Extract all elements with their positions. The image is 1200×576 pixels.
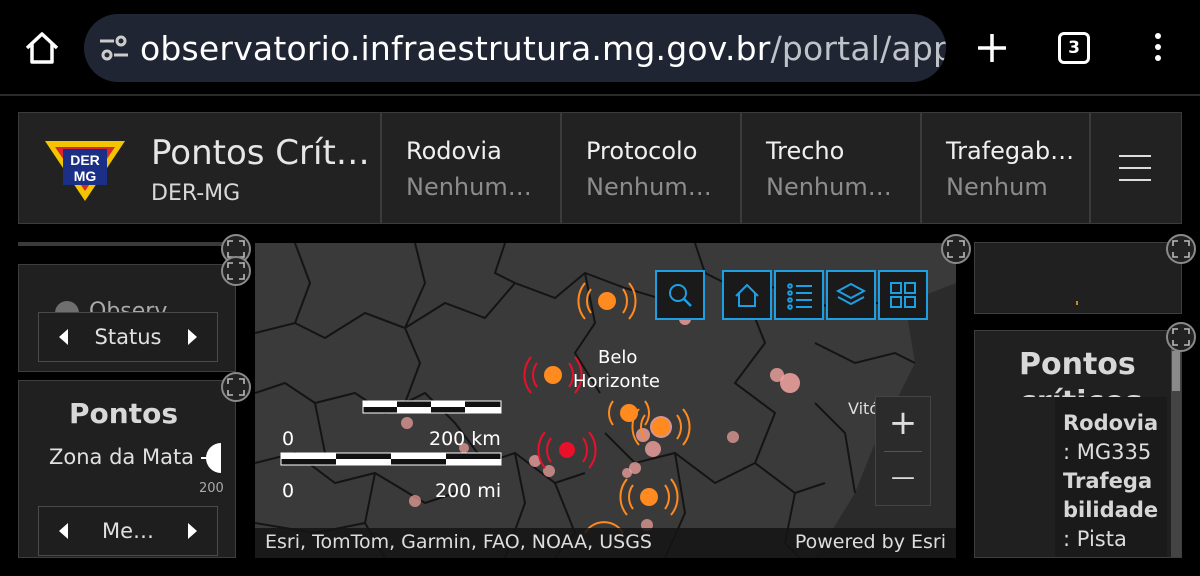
selector-label: Trecho: [766, 137, 845, 165]
map-attribution: Esri, TomTom, Garmin, FAO, NOAA, USGS Po…: [255, 528, 956, 558]
selector-label: Trafegab…: [946, 137, 1075, 165]
region-gauge-icon: [201, 441, 221, 475]
attribution-text[interactable]: Esri, TomTom, Garmin, FAO, NOAA, USGS: [265, 531, 652, 553]
map-legend-button[interactable]: [774, 270, 824, 320]
scale-mi-label: 200 mi: [435, 480, 502, 502]
region-item-label: Zona da Mata: [49, 445, 195, 469]
region-panel-title: Pontos: [69, 397, 178, 430]
logo-text-bottom: MG: [74, 168, 97, 184]
url-path: /portal/apps/d: [770, 29, 946, 68]
dashboard-subtitle: DER-MG: [151, 181, 241, 206]
url-domain: observatorio.infraestrutura.mg.gov.br: [140, 29, 771, 68]
address-bar[interactable]: observatorio.infraestrutura.mg.gov.br/po…: [84, 14, 946, 82]
dashboard-title: Pontos Crít…: [151, 133, 370, 173]
basemap-gallery-icon: [890, 282, 916, 308]
selector-value: Nenhum…: [406, 173, 532, 201]
detail-value: : MG335: [1063, 440, 1152, 464]
selector-trecho[interactable]: Trecho Nenhum…: [740, 113, 920, 223]
selector-label: Protocolo: [586, 137, 698, 165]
zoom-in-button[interactable]: +: [876, 403, 930, 443]
chart-dot: [1076, 301, 1078, 305]
map-layers-button[interactable]: [826, 270, 876, 320]
detail-key: Rodovia: [1063, 411, 1159, 435]
expand-icon[interactable]: [1166, 234, 1196, 264]
right-top-panel: [974, 242, 1182, 314]
detail-key: Trafega: [1063, 469, 1153, 493]
layers-icon: [835, 282, 867, 306]
url-text[interactable]: observatorio.infraestrutura.mg.gov.br/po…: [140, 29, 946, 68]
selector-protocolo[interactable]: Protocolo Nenhum…: [560, 113, 740, 223]
selector-rodovia[interactable]: Rodovia Nenhum…: [380, 113, 560, 223]
region-gauge-value: 200: [199, 481, 224, 496]
map-label-city: Horizonte: [573, 371, 660, 392]
zoom-control: + —: [875, 396, 931, 506]
new-tab-icon[interactable]: [972, 28, 1012, 68]
expand-icon[interactable]: [221, 256, 251, 286]
browser-toolbar: observatorio.infraestrutura.mg.gov.br/po…: [0, 0, 1200, 96]
home-icon[interactable]: [22, 28, 62, 68]
selector-value: Nenhum: [946, 173, 1048, 201]
expand-icon[interactable]: [221, 372, 251, 402]
map-search-button[interactable]: [655, 270, 705, 320]
expand-icon[interactable]: [941, 234, 971, 264]
dashboard-header: DER MG Pontos Crít… DER-MG Rodovia Nenhu…: [18, 112, 1182, 224]
scale-mi-zero: 0: [282, 480, 295, 502]
selector-value: Nenhum…: [766, 173, 892, 201]
map-home-button[interactable]: [722, 270, 772, 320]
der-mg-logo: DER MG: [43, 137, 127, 203]
site-settings-icon[interactable]: [98, 34, 130, 62]
logo-text-top: DER: [70, 152, 100, 168]
next-arrow-icon[interactable]: [188, 523, 197, 539]
details-card: Rodovia : MG335 Trafega bilidade : Pista: [1055, 397, 1167, 557]
left-top-strip: [18, 242, 236, 246]
expand-icon[interactable]: [1166, 322, 1196, 352]
selector-trafegabilidade[interactable]: Trafegab… Nenhum: [920, 113, 1090, 223]
details-title-partial: críticos: [1019, 385, 1143, 397]
details-title: Pontos: [1019, 347, 1136, 382]
selector-label: Rodovia: [406, 137, 502, 165]
detail-value: : Pista: [1063, 527, 1127, 551]
scale-km-label: 200 km: [429, 428, 501, 450]
search-icon: [669, 284, 692, 307]
region-pager: Me…: [38, 506, 218, 556]
more-menu-icon[interactable]: [1146, 30, 1170, 66]
zoom-out-button[interactable]: —: [876, 463, 930, 491]
next-arrow-icon[interactable]: [188, 329, 197, 345]
legend-icon: [787, 283, 812, 310]
map-basemap-button[interactable]: [878, 270, 928, 320]
scrollbar-thumb[interactable]: [1172, 351, 1180, 391]
hamburger-menu-icon[interactable]: [1089, 113, 1181, 223]
powered-by-text[interactable]: Powered by Esri: [795, 531, 946, 553]
scale-km-zero: 0: [282, 428, 295, 450]
status-pager: Status: [38, 312, 218, 362]
selector-value: Nenhum…: [586, 173, 712, 201]
scrollbar[interactable]: [1171, 347, 1181, 557]
details-panel: Pontos críticos Rodovia : MG335 Trafega …: [974, 330, 1182, 558]
map-label-city: Belo: [598, 347, 638, 368]
tab-switcher-button[interactable]: 3: [1058, 32, 1090, 64]
detail-key: bilidade: [1063, 498, 1159, 522]
home-icon: [735, 283, 759, 307]
